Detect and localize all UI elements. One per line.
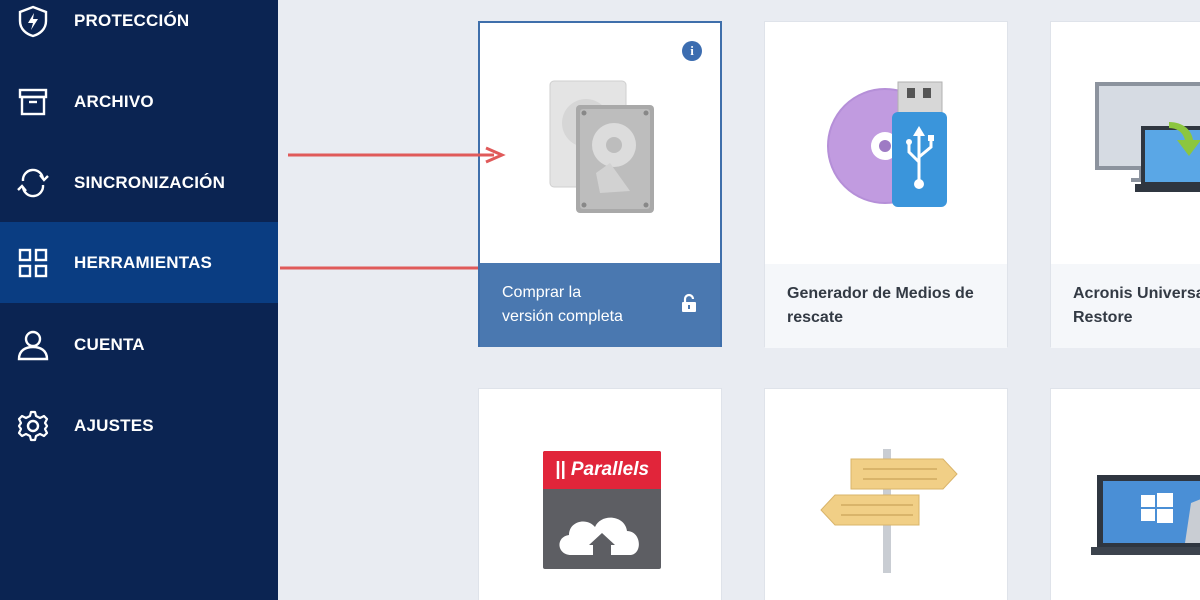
card-title-line1: Comprar la bbox=[502, 284, 582, 301]
gear-icon bbox=[16, 409, 50, 443]
sidebar-item-label: AJUSTES bbox=[74, 415, 154, 435]
sidebar-item-label: PROTECCIÓN bbox=[74, 10, 190, 30]
grid-icon bbox=[16, 246, 50, 280]
sidebar-item-archivo[interactable]: ARCHIVO bbox=[0, 61, 278, 142]
card-title-line1: Generador de Medios de bbox=[787, 285, 974, 302]
parallels-logo-bar: || Parallels bbox=[543, 451, 661, 489]
card-comprar-version-completa[interactable]: i Comprar la versión completa bbox=[478, 21, 722, 347]
archive-icon bbox=[16, 85, 50, 119]
parallels-icon: || Parallels bbox=[543, 451, 661, 569]
sidebar-item-sincronizacion[interactable]: SINCRONIZACIÓN bbox=[0, 142, 278, 223]
sidebar-item-label: HERRAMIENTAS bbox=[74, 252, 213, 272]
unlock-icon bbox=[680, 293, 698, 318]
card-signpost[interactable] bbox=[764, 388, 1008, 600]
card-title-line2: rescate bbox=[787, 309, 844, 326]
card-footer: Comprar la versión completa bbox=[480, 263, 720, 347]
annotation-arrows bbox=[280, 146, 506, 270]
user-icon bbox=[16, 328, 50, 362]
monitor-transfer-icon bbox=[1051, 22, 1200, 264]
sidebar: PROTECCIÓN ARCHIVO SINCRONIZACIÓN HERRAM… bbox=[0, 0, 278, 600]
windows-laptop-icon bbox=[1091, 473, 1200, 568]
sidebar-item-label: CUENTA bbox=[74, 334, 145, 354]
sidebar-item-proteccion[interactable]: PROTECCIÓN bbox=[0, 0, 278, 61]
card-generador-medios-rescate[interactable]: Generador de Medios de rescate bbox=[764, 21, 1008, 348]
card-footer: Acronis Universa Restore bbox=[1051, 264, 1200, 348]
sync-icon bbox=[16, 166, 50, 200]
info-icon[interactable]: i bbox=[682, 41, 702, 61]
sidebar-item-herramientas[interactable]: HERRAMIENTAS bbox=[0, 222, 278, 303]
shield-icon bbox=[16, 4, 50, 38]
card-acronis-universal-restore[interactable]: Acronis Universa Restore bbox=[1050, 21, 1200, 348]
sidebar-item-ajustes[interactable]: AJUSTES bbox=[0, 385, 278, 466]
sidebar-item-label: SINCRONIZACIÓN bbox=[74, 172, 226, 192]
usb-disc-icon bbox=[765, 22, 1007, 264]
sidebar-item-cuenta[interactable]: CUENTA bbox=[0, 304, 278, 385]
card-windows[interactable] bbox=[1050, 388, 1200, 600]
card-parallels[interactable]: || Parallels bbox=[478, 388, 722, 600]
card-title-line2: Restore bbox=[1073, 309, 1133, 326]
card-title-line1: Acronis Universa bbox=[1073, 285, 1200, 302]
card-title-line2: versión completa bbox=[502, 308, 623, 325]
signpost-icon bbox=[815, 447, 965, 578]
hard-drives-icon bbox=[480, 23, 720, 265]
card-footer: Generador de Medios de rescate bbox=[765, 264, 1007, 348]
sidebar-item-label: ARCHIVO bbox=[74, 91, 154, 111]
